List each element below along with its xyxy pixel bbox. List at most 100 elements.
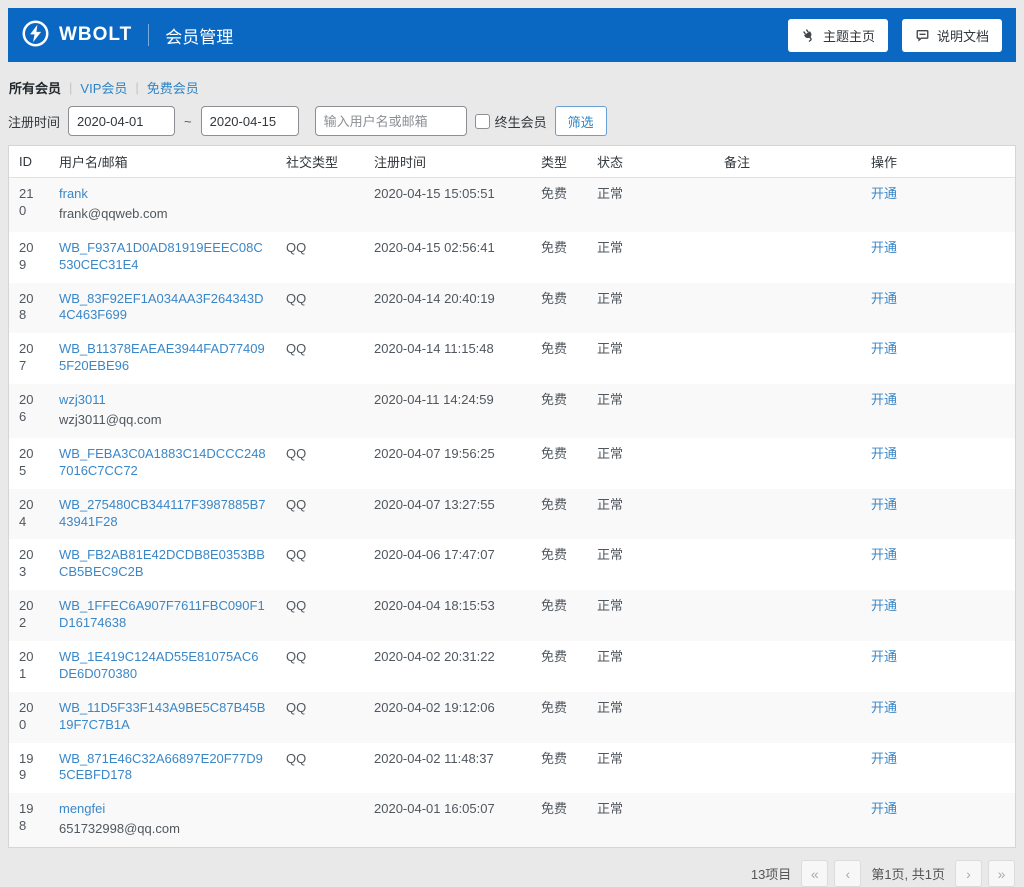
register-time: 2020-04-04 18:15:53 xyxy=(374,598,495,614)
activate-link[interactable]: 开通 xyxy=(871,751,897,766)
table-row: 206 wzj3011 wzj3011@qq.com 2020-04-11 14… xyxy=(9,384,1015,438)
member-id: 198 xyxy=(19,801,34,834)
register-time: 2020-04-01 16:05:07 xyxy=(374,801,495,817)
col-id: ID xyxy=(9,146,49,178)
search-input[interactable] xyxy=(314,106,467,136)
member-user-cell: WB_83F92EF1A034AA3F264343D4C463F699 xyxy=(49,283,276,334)
username-link[interactable]: WB_FEBA3C0A1883C14DCCC2487016C7CC72 xyxy=(59,446,266,478)
prev-page-button[interactable]: ‹ xyxy=(834,860,862,887)
member-remark xyxy=(714,489,861,540)
activate-link[interactable]: 开通 xyxy=(871,392,897,407)
theme-home-button[interactable]: 主题主页 xyxy=(787,18,888,52)
member-action-cell: 开通 xyxy=(861,743,1015,794)
username-link[interactable]: WB_275480CB344117F3987885B743941F28 xyxy=(59,497,265,529)
col-action: 操作 xyxy=(861,146,1015,178)
member-status: 正常 xyxy=(597,290,624,306)
social-type: QQ xyxy=(286,699,307,715)
activate-link[interactable]: 开通 xyxy=(871,446,897,461)
activate-link[interactable]: 开通 xyxy=(871,649,897,664)
member-type: 免费 xyxy=(541,750,568,766)
member-action-cell: 开通 xyxy=(861,283,1015,334)
register-time: 2020-04-02 19:12:06 xyxy=(374,699,495,715)
social-type: QQ xyxy=(286,750,307,766)
table-row: 198 mengfei 651732998@qq.com 2020-04-01 … xyxy=(9,793,1015,848)
activate-link[interactable]: 开通 xyxy=(871,240,897,255)
member-action-cell: 开通 xyxy=(861,438,1015,489)
username-link[interactable]: mengfei xyxy=(59,801,105,816)
member-id: 199 xyxy=(19,750,34,783)
member-id: 207 xyxy=(19,341,34,374)
member-action-cell: 开通 xyxy=(861,692,1015,743)
member-user-cell: mengfei 651732998@qq.com xyxy=(49,793,276,847)
username-link[interactable]: frank xyxy=(59,186,88,201)
member-email: 651732998@qq.com xyxy=(59,821,180,837)
date-to-input[interactable] xyxy=(200,106,299,136)
member-status: 正常 xyxy=(597,801,624,817)
social-type: QQ xyxy=(286,547,307,563)
username-link[interactable]: WB_FB2AB81E42DCDB8E0353BBCB5BEC9C2B xyxy=(59,547,265,579)
lifetime-checkbox[interactable] xyxy=(474,113,490,129)
brand-name: WBOLT xyxy=(59,24,133,45)
username-link[interactable]: WB_83F92EF1A034AA3F264343D4C463F699 xyxy=(59,291,264,323)
register-time: 2020-04-14 11:15:48 xyxy=(374,341,494,357)
member-status: 正常 xyxy=(597,392,624,408)
username-link[interactable]: WB_871E46C32A66897E20F77D95CEBFD178 xyxy=(59,751,263,783)
member-id: 200 xyxy=(19,699,34,732)
social-type: QQ xyxy=(286,239,307,255)
register-time: 2020-04-11 14:24:59 xyxy=(374,392,494,408)
activate-link[interactable]: 开通 xyxy=(871,341,897,356)
activate-link[interactable]: 开通 xyxy=(871,497,897,512)
activate-link[interactable]: 开通 xyxy=(871,801,897,816)
member-status: 正常 xyxy=(597,496,624,512)
activate-link[interactable]: 开通 xyxy=(871,598,897,613)
tab-vip-members[interactable]: VIP会员 xyxy=(80,78,127,97)
filter-button[interactable]: 筛选 xyxy=(554,106,607,136)
username-link[interactable]: WB_F937A1D0AD81919EEEC08C530CEC31E4 xyxy=(59,240,263,272)
member-type: 免费 xyxy=(541,649,568,665)
social-type xyxy=(276,178,364,232)
table-row: 210 frank frank@qqweb.com 2020-04-15 15:… xyxy=(9,177,1015,232)
activate-link[interactable]: 开通 xyxy=(871,186,897,201)
member-status: 正常 xyxy=(597,341,624,357)
username-link[interactable]: WB_1E419C124AD55E81075AC6DE6D070380 xyxy=(59,649,258,681)
table-row: 208 WB_83F92EF1A034AA3F264343D4C463F699 … xyxy=(9,282,1015,334)
member-remark xyxy=(714,692,861,743)
member-id: 208 xyxy=(19,290,34,323)
member-id: 205 xyxy=(19,445,34,478)
member-action-cell: 开通 xyxy=(861,333,1015,384)
member-user-cell: WB_1FFEC6A907F7611FBC090F1D16174638 xyxy=(49,590,276,641)
activate-link[interactable]: 开通 xyxy=(871,547,897,562)
last-page-button[interactable]: » xyxy=(988,860,1015,887)
tab-free-members[interactable]: 免费会员 xyxy=(147,78,199,97)
member-email: frank@qqweb.com xyxy=(59,205,168,221)
tab-all-members[interactable]: 所有会员 xyxy=(9,78,61,97)
member-type: 免费 xyxy=(541,801,568,817)
plug-icon xyxy=(801,28,816,43)
member-action-cell: 开通 xyxy=(861,539,1015,590)
social-type: QQ xyxy=(286,496,307,512)
member-remark xyxy=(714,590,861,641)
docs-label: 说明文档 xyxy=(936,28,989,44)
col-type: 类型 xyxy=(531,146,587,178)
register-time: 2020-04-06 17:47:07 xyxy=(374,547,495,563)
member-id: 203 xyxy=(19,547,34,580)
member-type: 免费 xyxy=(541,496,568,512)
username-link[interactable]: WB_B11378EAEAE3944FAD774095F20EBE96 xyxy=(59,341,265,373)
username-link[interactable]: wzj3011 xyxy=(59,392,106,407)
next-page-button[interactable]: › xyxy=(955,860,982,887)
activate-link[interactable]: 开通 xyxy=(871,291,897,306)
username-link[interactable]: WB_1FFEC6A907F7611FBC090F1D16174638 xyxy=(59,598,265,630)
member-type: 免费 xyxy=(541,392,568,408)
member-status: 正常 xyxy=(597,699,624,715)
first-page-button[interactable]: « xyxy=(801,860,829,887)
activate-link[interactable]: 开通 xyxy=(871,700,897,715)
theme-home-label: 主题主页 xyxy=(822,28,875,44)
member-remark xyxy=(714,333,861,384)
docs-button[interactable]: 说明文档 xyxy=(901,18,1002,52)
member-status: 正常 xyxy=(597,547,624,563)
username-link[interactable]: WB_11D5F33F143A9BE5C87B45B19F7C7B1A xyxy=(59,700,265,732)
member-status: 正常 xyxy=(597,239,624,255)
member-table-body: 210 frank frank@qqweb.com 2020-04-15 15:… xyxy=(9,177,1015,848)
member-user-cell: WB_1E419C124AD55E81075AC6DE6D070380 xyxy=(49,641,276,692)
date-from-input[interactable] xyxy=(68,106,176,136)
